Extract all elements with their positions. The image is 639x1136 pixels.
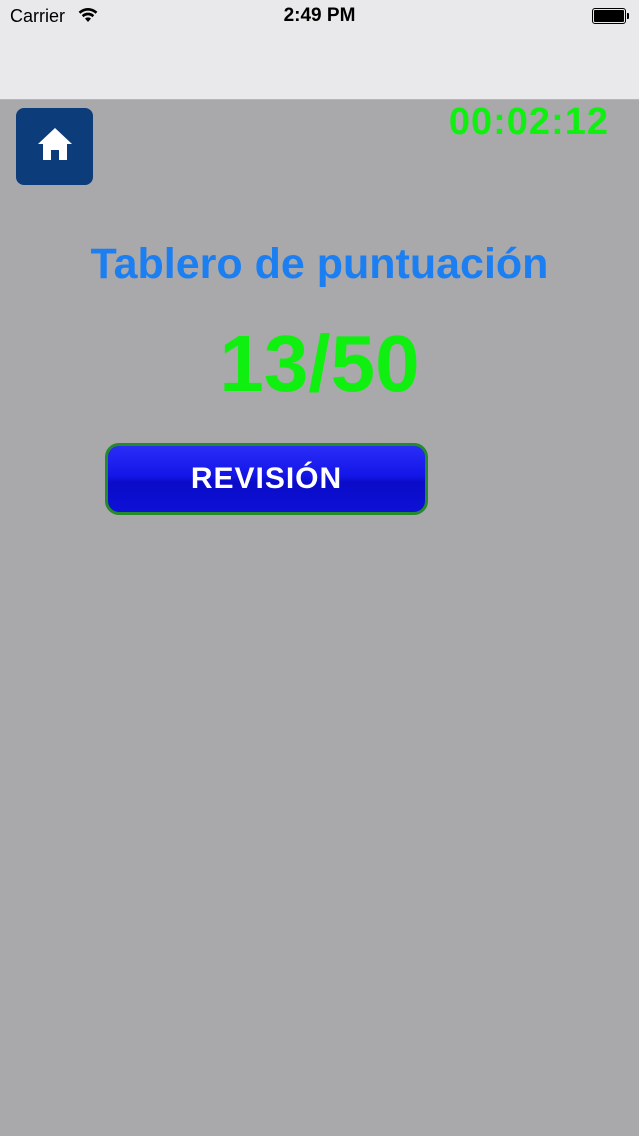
status-bar: Carrier 2:49 PM — [0, 0, 639, 34]
elapsed-timer: 00:02:12 — [448, 101, 609, 143]
scoreboard-title: Tablero de puntuación — [90, 240, 549, 288]
review-button[interactable]: REVISIÓN — [105, 443, 428, 515]
review-button-label: REVISIÓN — [190, 462, 343, 495]
home-button[interactable] — [16, 108, 93, 185]
navigation-bar — [0, 34, 639, 100]
battery-icon — [592, 8, 630, 24]
home-icon — [36, 125, 74, 168]
status-time: 2:49 PM — [283, 5, 356, 26]
score-value: 13/50 — [219, 319, 420, 408]
